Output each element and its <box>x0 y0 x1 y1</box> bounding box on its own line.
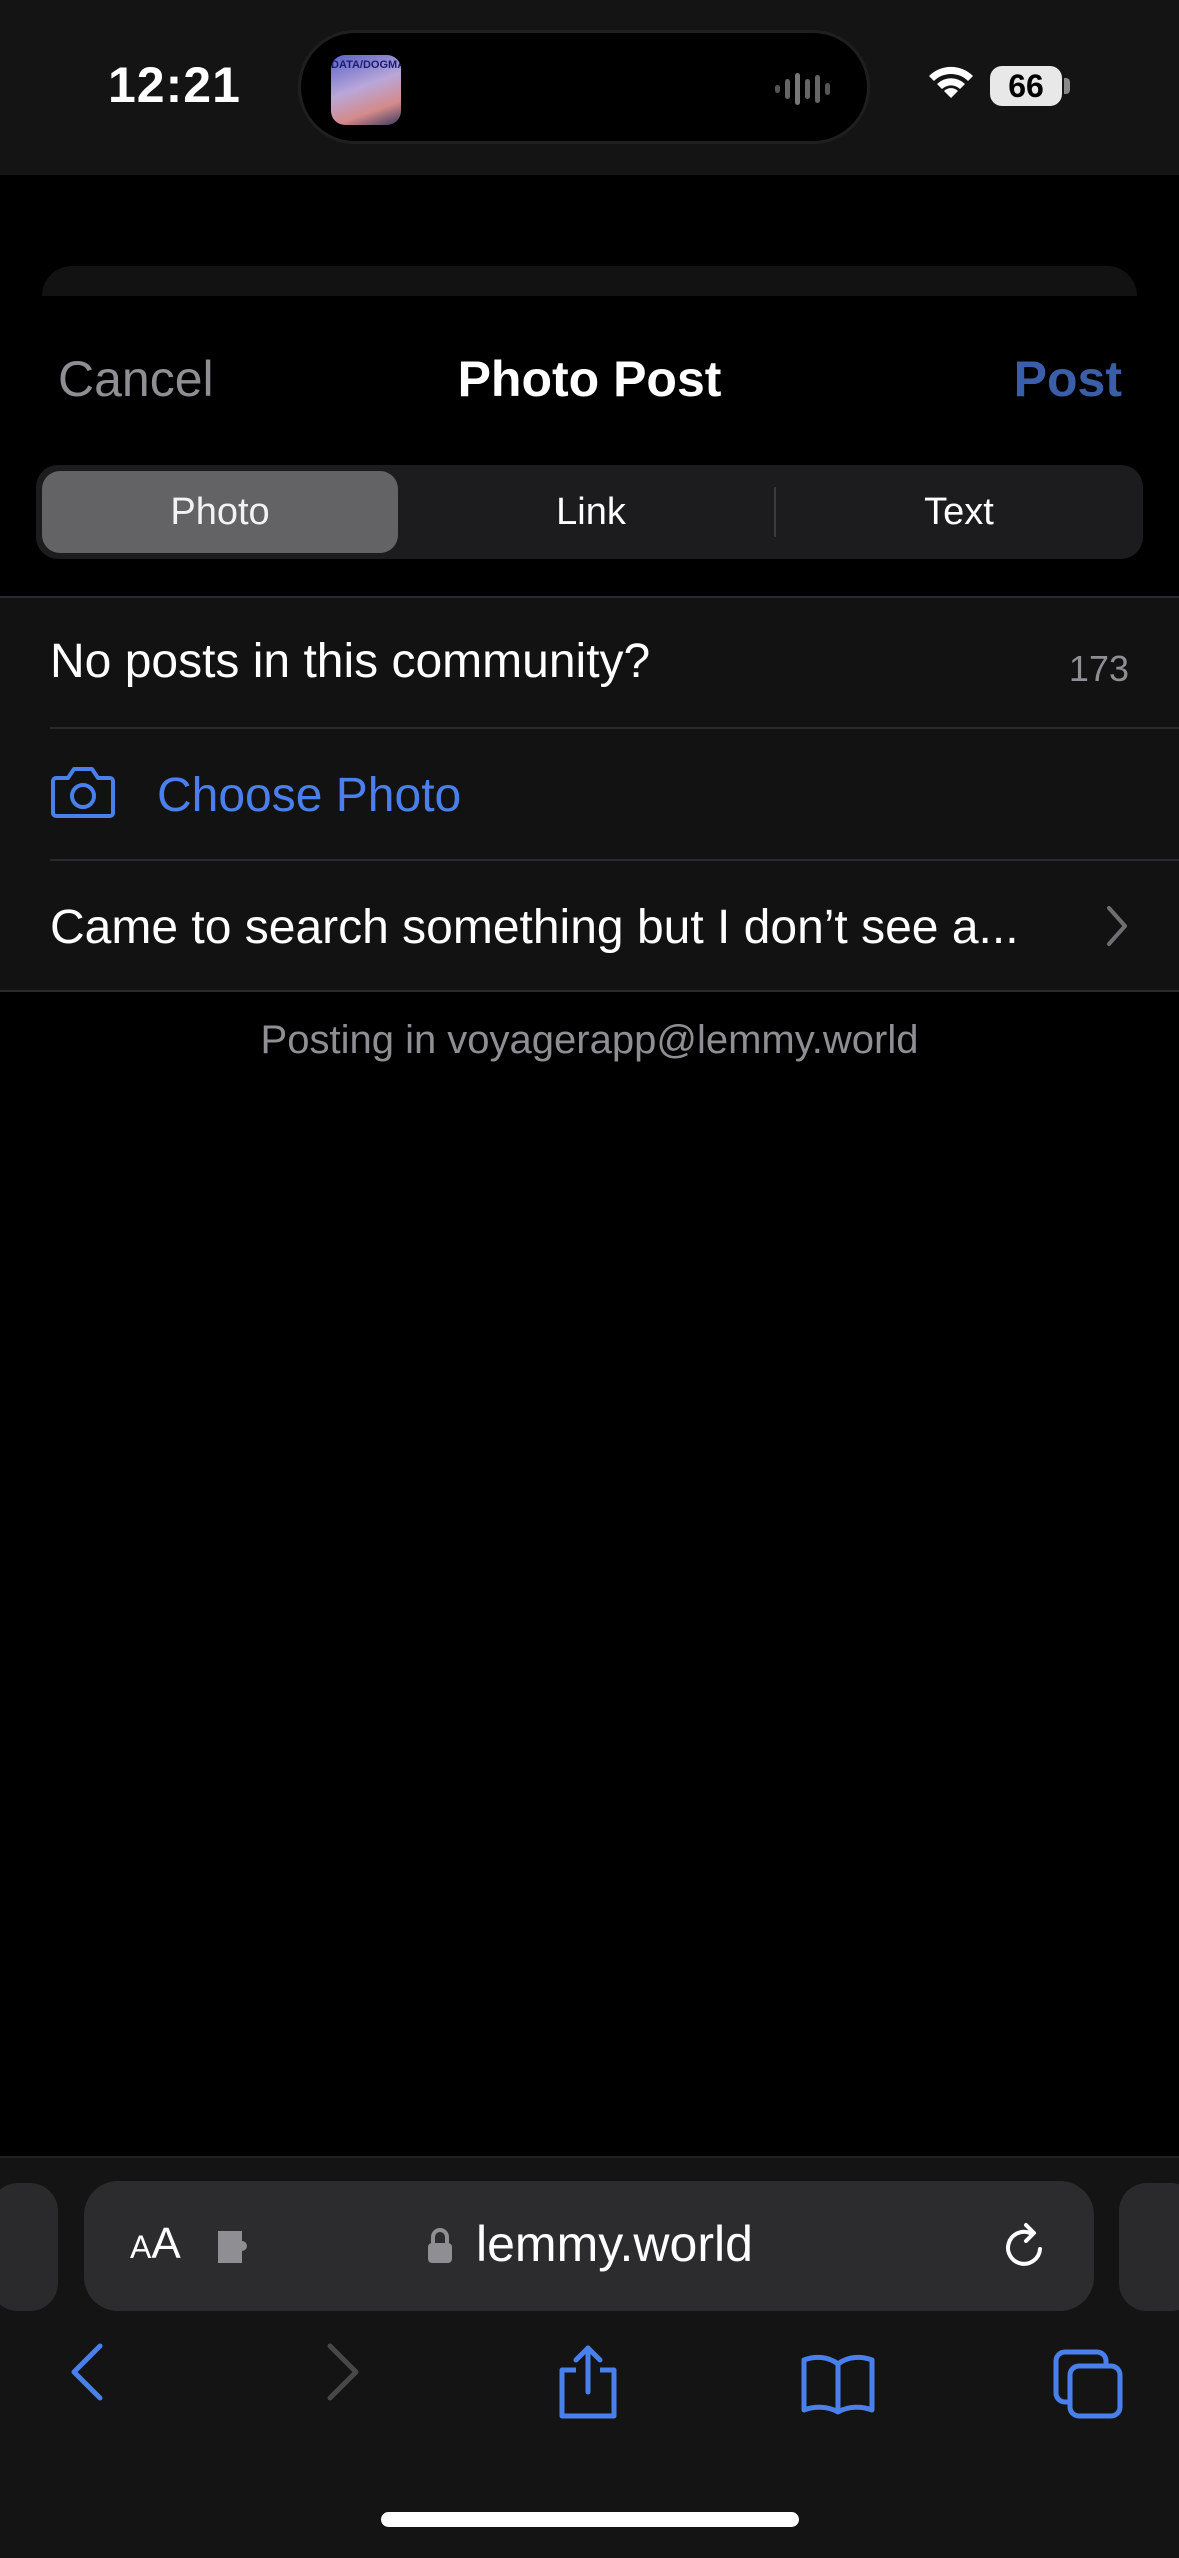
battery-tip <box>1064 78 1070 94</box>
post-button[interactable]: Post <box>1014 350 1122 408</box>
posting-in-community: Posting in voyagerapp@lemmy.world <box>260 1018 919 1062</box>
page-title: Photo Post <box>457 351 722 407</box>
title-char-count: 173 <box>1068 648 1129 689</box>
segment-link[interactable]: Link <box>413 471 769 553</box>
post-form: No posts in this community? 173 Choose P… <box>0 596 1179 992</box>
body-preview: Came to search something but I don’t see… <box>50 901 1019 954</box>
back-arrow-icon[interactable] <box>66 2340 110 2404</box>
extension-puzzle-icon[interactable] <box>214 2225 262 2269</box>
reload-icon[interactable] <box>1000 2219 1050 2273</box>
home-indicator[interactable] <box>381 2512 799 2527</box>
previous-tab-preview[interactable] <box>0 2183 58 2311</box>
status-time: 12:21 <box>108 57 241 113</box>
post-sheet <box>0 296 1179 2156</box>
audio-waveform-icon <box>775 73 830 105</box>
dynamic-island[interactable]: DATA/DOGMA <box>298 30 870 144</box>
title-field-row[interactable]: No posts in this community? 173 <box>0 596 1179 728</box>
divider <box>0 990 1179 992</box>
choose-photo-row[interactable]: Choose Photo <box>0 728 1179 860</box>
body-field-row[interactable]: Came to search something but I don’t see… <box>0 860 1179 992</box>
address-bar[interactable]: AA lemmy.world <box>84 2181 1094 2311</box>
lock-icon <box>428 2228 452 2263</box>
artwork-label: DATA/DOGMA <box>331 59 401 71</box>
now-playing-artwork[interactable]: DATA/DOGMA <box>331 55 401 125</box>
bookmarks-icon[interactable] <box>800 2352 876 2416</box>
segment-divider <box>774 487 776 537</box>
tabs-icon[interactable] <box>1052 2348 1124 2420</box>
choose-photo-button[interactable]: Choose Photo <box>157 768 461 823</box>
chevron-right-icon <box>1107 906 1127 946</box>
post-type-segmented-control: Photo Link Text <box>36 465 1143 559</box>
next-tab-preview[interactable] <box>1119 2183 1179 2311</box>
wifi-icon <box>929 66 973 98</box>
reader-settings-button[interactable]: AA <box>130 2219 181 2269</box>
camera-icon <box>51 767 115 818</box>
forward-arrow-icon[interactable] <box>320 2340 364 2404</box>
segment-photo[interactable]: Photo <box>42 471 398 553</box>
title-input[interactable]: No posts in this community? <box>50 634 650 689</box>
url-text[interactable]: lemmy.world <box>476 2215 753 2273</box>
battery-level: 66 <box>990 66 1062 106</box>
segment-text[interactable]: Text <box>781 471 1137 553</box>
share-icon[interactable] <box>556 2344 620 2420</box>
